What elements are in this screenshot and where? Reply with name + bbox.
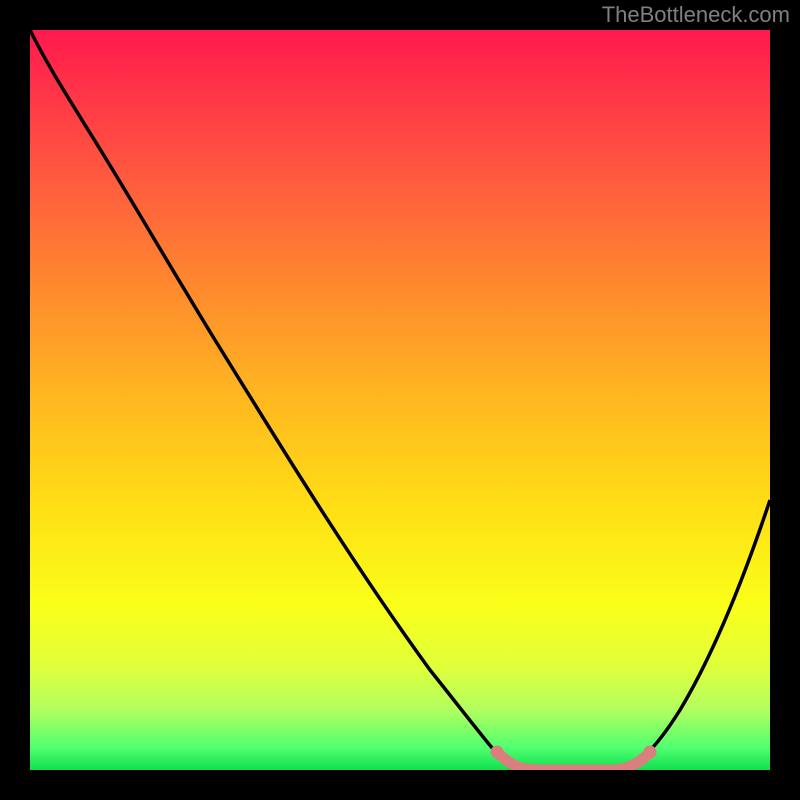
curve-svg [30,30,770,770]
optimal-range-highlight [497,752,650,770]
highlight-start-dot [491,746,504,759]
highlight-end-dot [644,746,657,759]
watermark-text: TheBottleneck.com [602,2,790,28]
chart-container: TheBottleneck.com [0,0,800,800]
bottleneck-curve [30,30,770,770]
plot-area [30,30,770,770]
